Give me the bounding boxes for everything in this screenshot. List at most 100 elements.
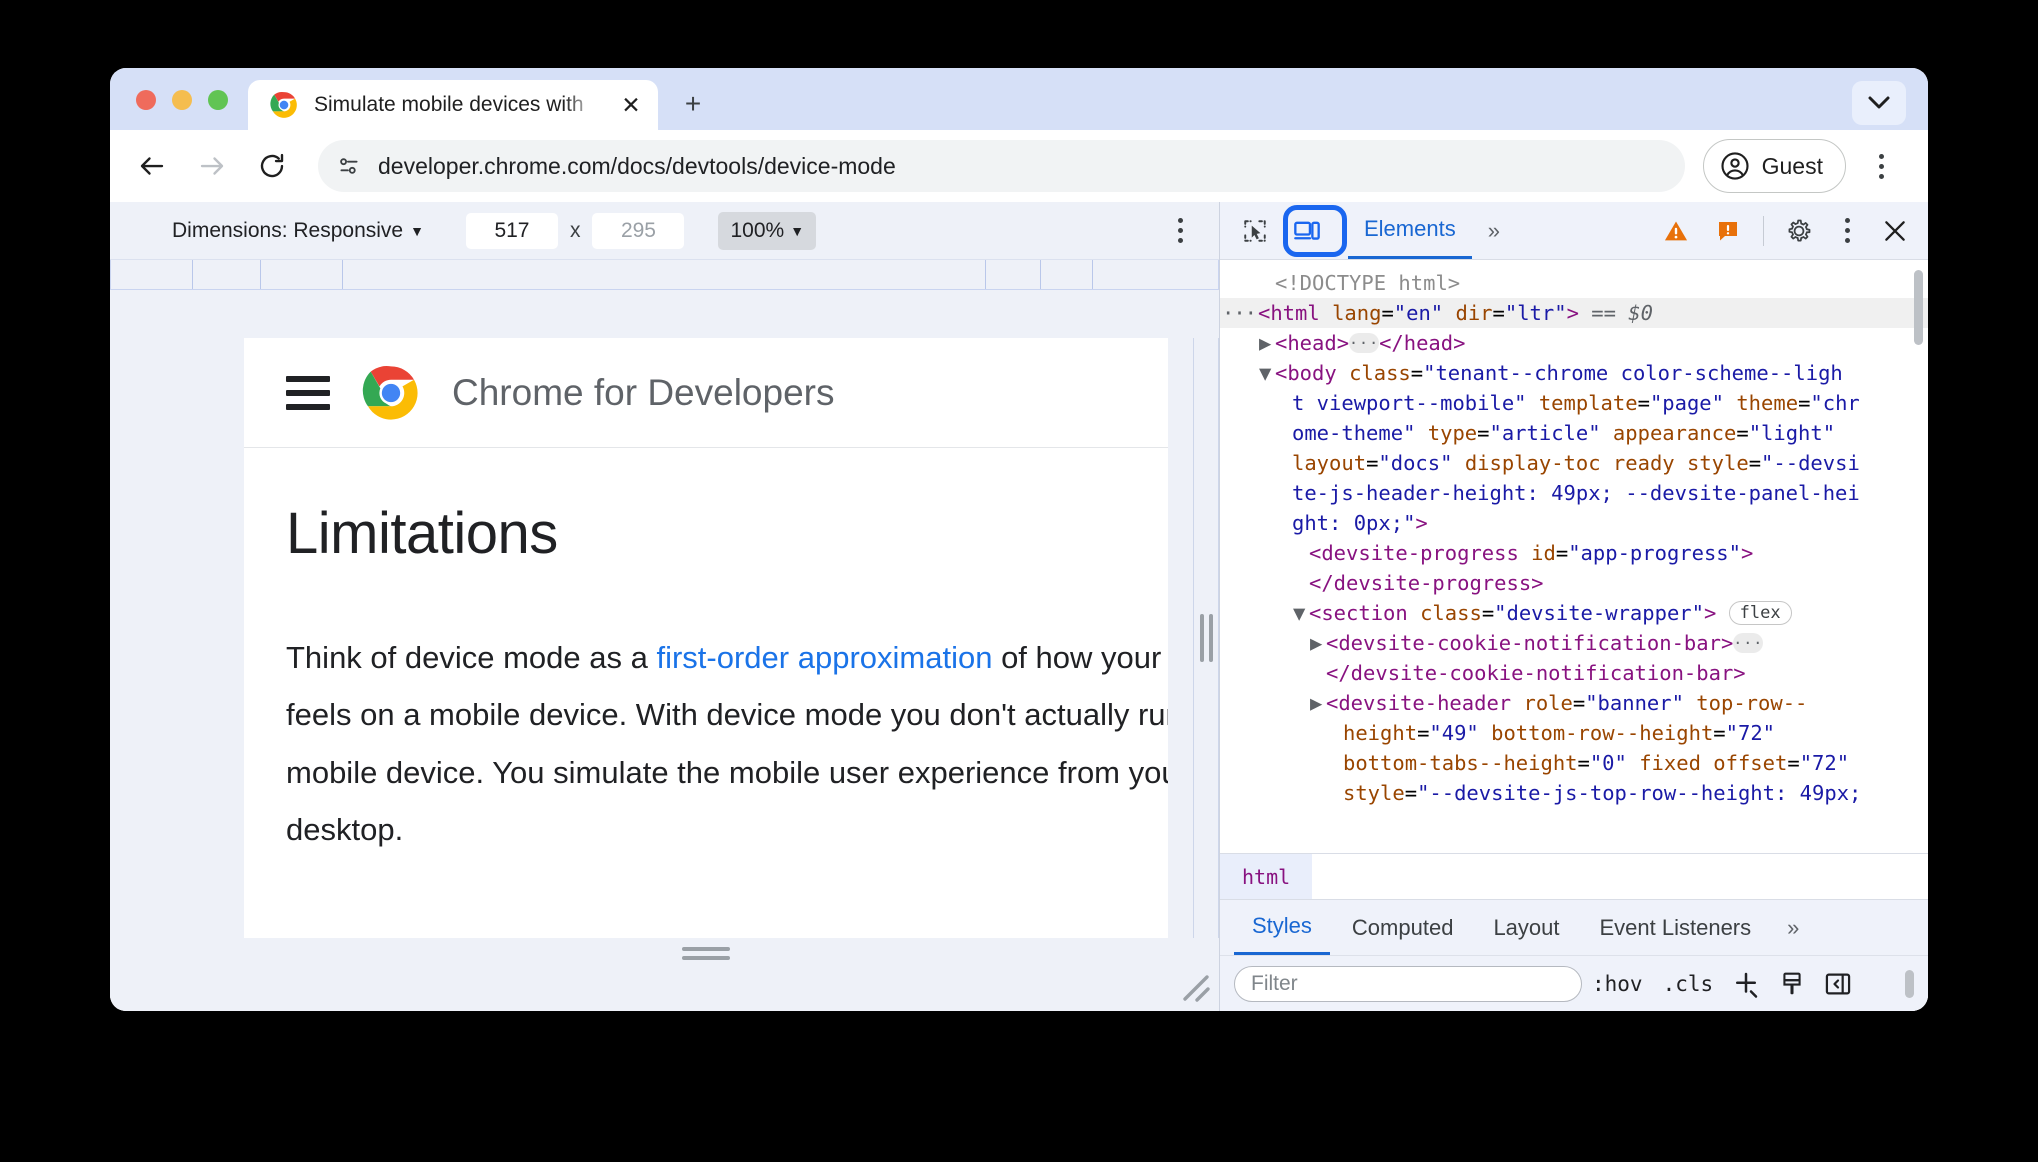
dom-node-line[interactable]: ght: 0px;"> <box>1220 508 1928 538</box>
tab-elements[interactable]: Elements <box>1348 203 1472 259</box>
zoom-level-label: 100% <box>730 218 785 242</box>
minimize-window-button[interactable] <box>172 90 192 110</box>
dom-node-line[interactable]: </devsite-cookie-notification-bar> <box>1220 658 1928 688</box>
dom-node-line[interactable]: <devsite-progress id="app-progress"> <box>1220 538 1928 568</box>
styles-sub-tabs: Styles Computed Layout Event Listeners » <box>1220 899 1928 955</box>
chevron-down-icon[interactable] <box>1852 81 1906 125</box>
more-panels-icon[interactable]: » <box>1474 218 1512 244</box>
browser-window: Simulate mobile devices with ✕ + develop… <box>110 68 1928 1011</box>
dom-node-line[interactable]: <!DOCTYPE html> <box>1220 268 1928 298</box>
maximize-window-button[interactable] <box>208 90 228 110</box>
warning-triangle-icon[interactable] <box>1651 208 1701 254</box>
dom-node-line[interactable]: ▶ <devsite-cookie-notification-bar>··· <box>1220 628 1928 658</box>
chrome-logo-icon <box>270 91 298 119</box>
devtools-menu-icon[interactable] <box>1826 205 1868 257</box>
styles-scrollbar[interactable] <box>1905 969 1914 998</box>
styles-filter-input[interactable]: Filter <box>1234 965 1582 1002</box>
reload-icon[interactable] <box>244 138 300 194</box>
plus-icon[interactable] <box>1723 963 1769 1005</box>
dimension-separator: x <box>569 218 581 242</box>
cls-toggle-button[interactable]: .cls <box>1653 964 1724 1004</box>
dom-tree-scrollbar[interactable] <box>1914 270 1923 345</box>
dom-node-line[interactable]: layout="docs" display-toc ready style="-… <box>1220 448 1928 478</box>
dimensions-dropdown[interactable]: Dimensions: Responsive ▼ <box>166 216 430 246</box>
window-traffic-lights <box>110 90 248 130</box>
dom-node-line[interactable]: height="49" bottom-row--height="72" <box>1220 718 1928 748</box>
device-viewport-area: Chrome for Developers Limitations Think … <box>110 290 1219 1011</box>
browser-tab[interactable]: Simulate mobile devices with ✕ <box>248 80 658 130</box>
height-input[interactable]: 295 <box>592 212 685 249</box>
gear-icon[interactable] <box>1774 208 1824 254</box>
site-brand-label: Chrome for Developers <box>452 371 835 413</box>
page-viewport: Chrome for Developers Limitations Think … <box>244 338 1168 938</box>
paint-brush-icon[interactable] <box>1769 963 1815 1005</box>
dom-node-line[interactable]: ▶ <head>···</head> <box>1220 328 1928 358</box>
new-tab-button[interactable]: + <box>672 83 714 125</box>
tab-title: Simulate mobile devices with <box>314 93 584 116</box>
tab-layout[interactable]: Layout <box>1475 901 1577 955</box>
toolbar-divider <box>1763 215 1764 246</box>
forward-arrow-icon[interactable] <box>184 138 240 194</box>
close-tab-button[interactable]: ✕ <box>614 88 648 122</box>
zoom-dropdown[interactable]: 100% ▼ <box>718 211 817 250</box>
issue-flag-icon[interactable] <box>1703 208 1753 254</box>
viewport-resize-handle-right[interactable] <box>1193 338 1219 938</box>
dom-tree-lines: <!DOCTYPE html> ··· <html lang="en" dir="l… <box>1220 268 1928 808</box>
hamburger-menu-icon[interactable] <box>286 375 330 410</box>
devtools-panel: Elements » <!DOCTYPE html> ··· <html lan… <box>1220 202 1928 1011</box>
device-toolbar-icon[interactable] <box>1282 208 1332 254</box>
first-order-approximation-link[interactable]: first-order approximation <box>656 640 992 675</box>
resize-grip-icon <box>682 946 730 960</box>
more-sub-tabs-icon[interactable]: » <box>1773 915 1811 941</box>
breadcrumb: html <box>1220 853 1928 899</box>
dom-node-line[interactable]: ▼ <section class="devsite-wrapper"> flex <box>1220 598 1928 628</box>
device-toolbar-menu-icon[interactable] <box>1155 205 1205 257</box>
three-dot-menu-icon[interactable] <box>1856 140 1906 192</box>
dimensions-label: Dimensions: Responsive <box>172 218 404 242</box>
dom-tree[interactable]: <!DOCTYPE html> ··· <html lang="en" dir="l… <box>1220 260 1928 853</box>
page-title: Limitations <box>286 501 558 566</box>
dom-node-line[interactable]: te-js-header-height: 49px; --devsite-pan… <box>1220 478 1928 508</box>
page-paragraph: Think of device mode as a first-order ap… <box>286 629 1168 858</box>
site-header: Chrome for Developers <box>244 338 1168 448</box>
resize-grip-icon <box>1199 614 1213 662</box>
inspect-element-icon[interactable] <box>1230 208 1280 254</box>
hov-toggle-button[interactable]: :hov <box>1582 964 1653 1004</box>
panel-toggle-icon[interactable] <box>1815 963 1861 1005</box>
close-window-button[interactable] <box>136 90 156 110</box>
viewport-resize-handle-bottom[interactable] <box>244 938 1168 968</box>
dom-node-line[interactable]: style="--devsite-js-top-row--height: 49p… <box>1220 778 1928 808</box>
viewport-resize-handle-corner[interactable] <box>1175 967 1215 1007</box>
address-bar[interactable]: developer.chrome.com/docs/devtools/devic… <box>318 140 1685 192</box>
close-icon[interactable] <box>1870 208 1920 254</box>
width-input[interactable]: 517 <box>465 212 558 249</box>
chevron-down-icon: ▼ <box>410 222 424 239</box>
dom-node-line[interactable]: ▶ <devsite-header role="banner" top-row-- <box>1220 688 1928 718</box>
main-split: Dimensions: Responsive ▼ 517 x 295 100% … <box>110 202 1928 1011</box>
device-mode-toolbar: Dimensions: Responsive ▼ 517 x 295 100% … <box>110 202 1219 260</box>
address-bar-url: developer.chrome.com/docs/devtools/devic… <box>378 152 896 179</box>
dom-node-line[interactable]: </devsite-progress> <box>1220 568 1928 598</box>
tab-strip: Simulate mobile devices with ✕ + <box>110 68 1928 130</box>
dom-node-line[interactable]: bottom-tabs--height="0" fixed offset="72… <box>1220 748 1928 778</box>
breadcrumb-item-html[interactable]: html <box>1220 854 1313 899</box>
chevron-down-icon: ▼ <box>790 222 805 239</box>
back-arrow-icon[interactable] <box>124 138 180 194</box>
dom-node-line[interactable]: ome-theme" type="article" appearance="li… <box>1220 418 1928 448</box>
profile-button[interactable]: Guest <box>1702 139 1846 193</box>
site-settings-icon[interactable] <box>336 153 362 179</box>
viewport-ruler <box>110 260 1219 290</box>
chrome-logo-icon <box>362 364 420 422</box>
tab-styles[interactable]: Styles <box>1234 901 1330 955</box>
tab-computed[interactable]: Computed <box>1334 901 1472 955</box>
browser-toolbar: developer.chrome.com/docs/devtools/devic… <box>110 130 1928 202</box>
dom-node-line[interactable]: t viewport--mobile" template="page" them… <box>1220 388 1928 418</box>
account-circle-icon <box>1720 151 1750 181</box>
tab-event-listeners[interactable]: Event Listeners <box>1582 901 1770 955</box>
page-body: Limitations Think of device mode as a fi… <box>244 448 1168 858</box>
dom-node-line[interactable]: ▼ <body class="tenant--chrome color-schem… <box>1220 358 1928 388</box>
dom-node-line[interactable]: ··· <html lang="en" dir="ltr"> == $0 <box>1220 298 1928 328</box>
device-mode-pane: Dimensions: Responsive ▼ 517 x 295 100% … <box>110 202 1220 1011</box>
styles-filter-bar: Filter :hov .cls <box>1220 955 1928 1011</box>
paragraph-text-before: Think of device mode as a <box>286 640 657 675</box>
